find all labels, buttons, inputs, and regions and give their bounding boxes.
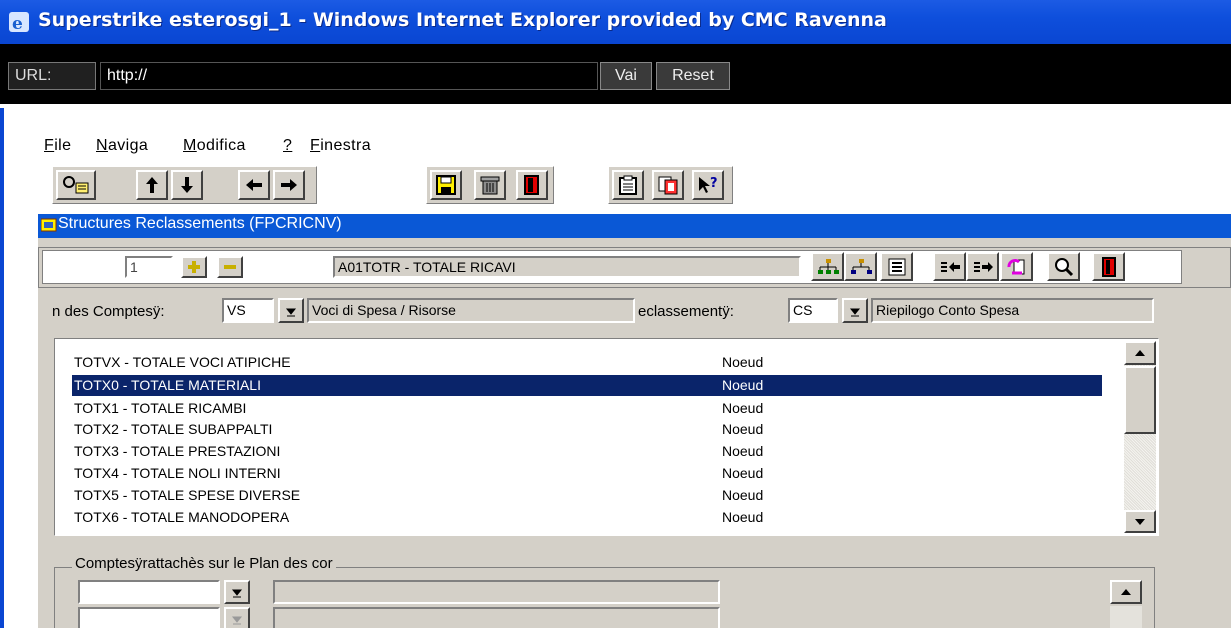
- account-code-field[interactable]: [78, 580, 220, 604]
- list-item[interactable]: TOTX6 - TOTALE MANODOPERA Noeud: [72, 507, 1102, 528]
- list-item[interactable]: TOTX2 - TOTALE SUBAPPALTI Noeud: [72, 419, 1102, 440]
- plan-code-field[interactable]: VS: [222, 298, 274, 323]
- menu-help[interactable]: ?: [283, 137, 292, 155]
- reclass-dropdown-icon[interactable]: [842, 298, 868, 323]
- workspace-gap: [4, 108, 38, 628]
- accounts-scrollbar[interactable]: [1110, 606, 1142, 628]
- svg-text:e: e: [12, 14, 23, 33]
- account-dropdown-icon[interactable]: [224, 607, 250, 628]
- list-item[interactable]: TOTVX - TOTALE VOCI ATIPICHE Noeud: [72, 352, 1102, 373]
- copy-record-icon[interactable]: [652, 170, 684, 200]
- menu-file[interactable]: File: [44, 137, 71, 155]
- internet-explorer-icon: e: [8, 11, 30, 34]
- scroll-down-icon[interactable]: [1124, 510, 1156, 533]
- list-item-selected[interactable]: TOTX0 - TOTALE MATERIALI Noeud: [72, 375, 1102, 396]
- account-dropdown-icon[interactable]: [224, 580, 250, 604]
- arrow-up-icon[interactable]: [136, 170, 168, 200]
- account-desc-field: [273, 607, 720, 628]
- arrow-down-icon[interactable]: [171, 170, 203, 200]
- reclassement-field[interactable]: A01TOTR - TOTALE RICAVI: [333, 256, 801, 278]
- scroll-thumb[interactable]: [1124, 366, 1156, 434]
- reset-button[interactable]: Reset: [656, 62, 730, 90]
- url-label: URL:: [8, 62, 96, 90]
- plus-icon[interactable]: [181, 256, 207, 278]
- reclass-label: eclassementÿ:: [638, 303, 734, 320]
- form-icon: [40, 217, 57, 233]
- menu-naviga[interactable]: Naviga: [96, 137, 148, 155]
- arrow-left-icon[interactable]: [238, 170, 270, 200]
- exit-icon[interactable]: [516, 170, 548, 200]
- clipboard-icon[interactable]: [612, 170, 644, 200]
- plan-desc-field: Voci di Spesa / Risorse: [307, 298, 635, 323]
- minus-icon[interactable]: [217, 256, 243, 278]
- tree-collapse-icon[interactable]: [844, 252, 877, 281]
- go-button[interactable]: Vai: [600, 62, 652, 90]
- record-number-field[interactable]: 1: [125, 256, 173, 278]
- window-title: Superstrike esterosgi_1 - Windows Intern…: [38, 9, 887, 31]
- close-form-icon[interactable]: [1092, 252, 1125, 281]
- list-item[interactable]: TOTX5 - TOTALE SPESE DIVERSE Noeud: [72, 485, 1102, 506]
- account-code-field[interactable]: [78, 607, 220, 628]
- accounts-scroll-up-icon[interactable]: [1110, 580, 1142, 604]
- scroll-up-icon[interactable]: [1124, 341, 1156, 365]
- context-help-icon[interactable]: ?: [692, 170, 724, 200]
- refresh-icon[interactable]: [1000, 252, 1033, 281]
- svg-text:?: ?: [710, 176, 718, 191]
- accounts-group-label: Comptesÿrattachès sur le Plan des cor: [72, 555, 336, 572]
- list-item[interactable]: TOTX1 - TOTALE RICAMBI Noeud: [72, 398, 1102, 419]
- arrow-right-icon[interactable]: [273, 170, 305, 200]
- search-icon[interactable]: [1047, 252, 1080, 281]
- query-icon[interactable]: [56, 170, 96, 200]
- list-details-icon[interactable]: [880, 252, 913, 281]
- form-title: Structures Reclassements (FPCRICNV): [58, 215, 342, 232]
- menu-modifica[interactable]: Modifica: [183, 137, 246, 155]
- move-right-icon[interactable]: [966, 252, 999, 281]
- plan-dropdown-icon[interactable]: [278, 298, 304, 323]
- list-item[interactable]: TOTX4 - TOTALE NOLI INTERNI Noeud: [72, 463, 1102, 484]
- tree-expand-icon[interactable]: [811, 252, 844, 281]
- list-item[interactable]: TOTX3 - TOTALE PRESTAZIONI Noeud: [72, 441, 1102, 462]
- separator: [0, 104, 1231, 108]
- delete-icon[interactable]: [474, 170, 506, 200]
- url-input[interactable]: http://: [100, 62, 598, 90]
- account-desc-field: [273, 580, 720, 604]
- save-icon[interactable]: [430, 170, 462, 200]
- menu-finestra[interactable]: Finestra: [310, 137, 371, 155]
- move-left-icon[interactable]: [933, 252, 966, 281]
- reclass-desc-field: Riepilogo Conto Spesa: [871, 298, 1154, 323]
- plan-label: n des Comptesÿ:: [52, 303, 165, 320]
- reclass-code-field[interactable]: CS: [788, 298, 838, 323]
